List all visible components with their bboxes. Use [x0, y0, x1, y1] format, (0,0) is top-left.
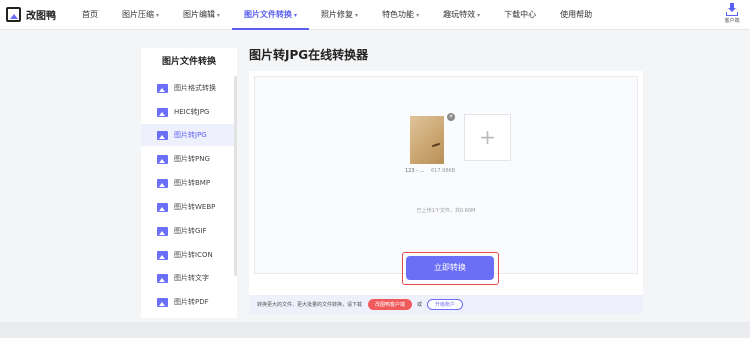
nav-item-label: 特色功能	[382, 10, 415, 19]
nav-item[interactable]: 趣玩特效 ▾	[431, 0, 492, 30]
nav-item-label: 图片编辑	[183, 10, 216, 19]
nav-item-label: 首页	[82, 10, 98, 19]
sidebar-title: 图片文件转换	[161, 57, 216, 67]
upgrade-text: 转换更大的文件、更大批量的文件转换，请下载	[257, 302, 363, 308]
image-icon	[157, 130, 168, 140]
sidebar-item[interactable]: 图片格式转换	[141, 77, 237, 99]
nav-item-label: 图片文件转换	[244, 10, 293, 19]
upgrade-bar: 转换更大的文件、更大批量的文件转换，请下载 改图鸭客户端 或 升级账户	[249, 295, 643, 314]
remove-file-icon[interactable]: ×	[447, 113, 455, 121]
file-size: 617.98KB	[431, 168, 456, 174]
sidebar-item-label: 图片转GIF	[174, 227, 207, 235]
sidebar-scrollbar[interactable]	[234, 76, 237, 276]
logo-text: 改图鸭	[26, 11, 56, 22]
file-name: 123 - ...	[405, 168, 425, 174]
nav-item-label: 使用帮助	[560, 10, 593, 19]
sidebar-item[interactable]: 图片转JPG	[141, 124, 237, 146]
nav-item-label: 照片修复	[321, 10, 354, 19]
nav-item[interactable]: 首页	[70, 0, 110, 30]
nav-item[interactable]: 使用帮助	[548, 0, 604, 30]
nav-item-label: 趣玩特效	[443, 10, 476, 19]
sidebar-item-label: 图片转JPG	[174, 131, 207, 139]
page-title: 图片转JPG在线转换器	[249, 48, 369, 62]
nav-item[interactable]: 图片压缩 ▾	[110, 0, 171, 30]
image-icon	[157, 273, 168, 283]
sidebar-item[interactable]: 图片转文字	[141, 267, 237, 289]
or-text: 或	[417, 302, 423, 308]
sidebar-item-label: 图片转文字	[174, 274, 209, 282]
chevron-down-icon: ▾	[355, 12, 359, 19]
download-client-button[interactable]: 改图鸭客户端	[368, 299, 413, 310]
sidebar-item-label: HEIC转JPG	[174, 108, 210, 116]
image-icon	[157, 107, 168, 117]
file-thumbnail[interactable]: ×	[405, 113, 455, 173]
nav-item[interactable]: 图片编辑 ▾	[171, 0, 232, 30]
upload-info: 已上传1个文件，共0.60M	[416, 208, 476, 214]
upload-area[interactable]: × 123 - ... 617.98KB +	[254, 76, 638, 274]
convert-button-highlight: 立即转换	[402, 252, 499, 285]
image-icon	[157, 297, 168, 307]
logo[interactable]: 改图鸭	[6, 7, 56, 22]
sidebar-item[interactable]: 图片转PDF	[141, 291, 237, 313]
logo-icon	[6, 7, 21, 22]
chevron-down-icon: ▾	[217, 12, 221, 19]
sidebar-item[interactable]: 图片转BMP	[141, 172, 237, 194]
nav-item[interactable]: 下载中心	[492, 0, 548, 30]
image-icon	[157, 226, 168, 236]
image-icon	[157, 202, 168, 212]
sidebar: 图片文件转换 图片格式转换 HEIC转JPG 图片转JPG 图片转PNG 图片转BMP 图…	[141, 48, 237, 318]
main-nav: 首页 图片压缩 ▾ 图片编辑 ▾ 图片文件转换 ▾ 照片修复 ▾ 特色功能 ▾ 趣玩特效 ▾ 下载中心 使用…	[70, 0, 604, 30]
upgrade-account-button[interactable]: 升级账户	[427, 299, 464, 310]
sidebar-item-label: 图片转WEBP	[174, 203, 216, 211]
image-icon	[157, 250, 168, 260]
sidebar-item[interactable]: 图片转ICON	[141, 244, 237, 266]
convert-button[interactable]: 立即转换	[406, 256, 494, 280]
chevron-down-icon: ▾	[477, 12, 481, 19]
image-icon	[157, 154, 168, 164]
sidebar-item-label: 图片格式转换	[174, 84, 216, 92]
sidebar-item-label: 图片转PDF	[174, 298, 209, 306]
chevron-down-icon: ▾	[416, 12, 420, 19]
sidebar-item[interactable]: 图片转PNG	[141, 148, 237, 170]
image-icon	[157, 178, 168, 188]
chevron-down-icon: ▾	[294, 12, 298, 19]
nav-item-label: 图片压缩	[122, 10, 154, 19]
sidebar-item[interactable]: 图片转WEBP	[141, 196, 237, 218]
sidebar-item[interactable]: 图片转GIF	[141, 220, 237, 242]
thumbnail-image	[410, 116, 444, 164]
sidebar-item-label: 图片转ICON	[174, 251, 213, 259]
client-label: 客户端	[724, 18, 740, 24]
sidebar-item-label: 图片转PNG	[174, 155, 210, 163]
add-file-button[interactable]: +	[464, 114, 511, 161]
chevron-down-icon: ▾	[156, 12, 160, 19]
nav-item[interactable]: 图片文件转换 ▾	[232, 0, 310, 30]
sidebar-item[interactable]: HEIC转JPG	[141, 101, 237, 123]
client-download-button[interactable]: 客户端	[721, 3, 743, 24]
nav-item[interactable]: 特色功能 ▾	[370, 0, 431, 30]
nav-item[interactable]: 照片修复 ▾	[309, 0, 370, 30]
nav-item-label: 下载中心	[504, 10, 537, 19]
image-icon	[157, 83, 168, 93]
sidebar-item-label: 图片转BMP	[174, 179, 211, 187]
download-icon	[725, 3, 739, 16]
converter-panel: × 123 - ... 617.98KB + 已上传1个文件，共0.60M 立即…	[249, 71, 643, 314]
footer-strip	[0, 322, 750, 338]
top-navbar: 改图鸭 首页 图片压缩 ▾ 图片编辑 ▾ 图片文件转换 ▾ 照片修复 ▾ 特色功能 ▾ 趣玩特效 ▾ 下载…	[0, 0, 750, 30]
